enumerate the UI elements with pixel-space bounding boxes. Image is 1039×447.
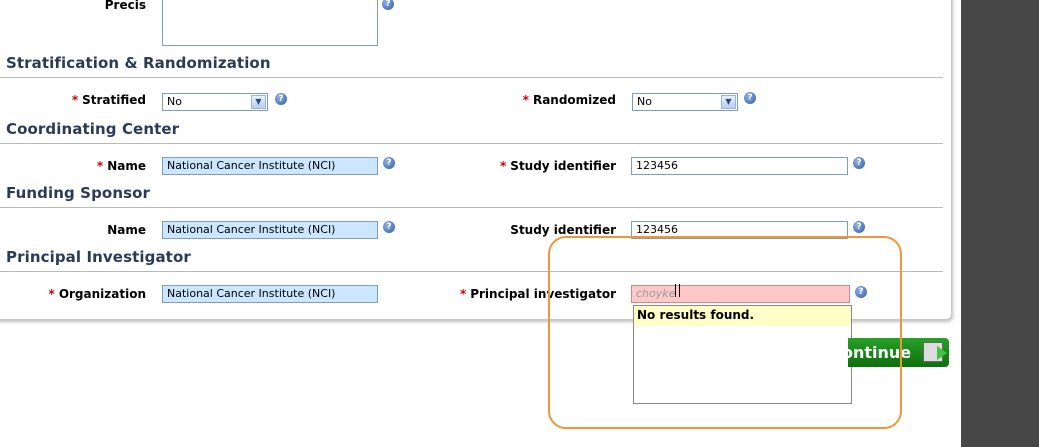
- organization-field[interactable]: National Cancer Institute (NCI): [162, 285, 378, 303]
- precis-textarea[interactable]: [162, 0, 378, 46]
- coord-name-field[interactable]: National Cancer Institute (NCI): [162, 157, 378, 175]
- section-stratification-title: Stratification & Randomization: [6, 54, 271, 72]
- randomized-label: * Randomized: [522, 93, 616, 107]
- chevron-down-icon: ▼: [251, 95, 266, 109]
- section-stratification-rule: [0, 77, 943, 78]
- stratified-label: * Stratified: [71, 93, 146, 107]
- stratified-select[interactable]: No ▼: [162, 93, 268, 111]
- randomized-help-icon[interactable]: ?: [744, 92, 756, 104]
- funding-study-label: Study identifier: [510, 223, 616, 237]
- stratified-help-icon[interactable]: ?: [275, 93, 287, 105]
- chevron-down-icon: ▼: [721, 95, 736, 109]
- randomized-select[interactable]: No ▼: [632, 93, 738, 111]
- funding-name-field[interactable]: National Cancer Institute (NCI): [162, 221, 378, 239]
- annotation-highlight: [548, 236, 902, 429]
- funding-study-help-icon[interactable]: ?: [853, 221, 865, 233]
- arrow-right-icon: [937, 346, 947, 360]
- stratified-select-value: No: [167, 95, 182, 108]
- coord-study-help-icon[interactable]: ?: [853, 157, 865, 169]
- section-investigator-title: Principal Investigator: [6, 248, 191, 266]
- right-sidebar-strip: [961, 0, 1039, 447]
- coord-study-field[interactable]: 123456: [631, 157, 848, 175]
- section-funding-title: Funding Sponsor: [6, 184, 151, 202]
- organization-label: * Organization: [48, 287, 146, 301]
- precis-label: Precis: [104, 0, 146, 12]
- coord-name-help-icon[interactable]: ?: [383, 157, 395, 169]
- section-funding-rule: [0, 207, 943, 208]
- randomized-select-value: No: [637, 95, 652, 108]
- funding-name-label: Name: [107, 223, 146, 237]
- coord-name-label: * Name: [96, 159, 146, 173]
- coord-study-label: * Study identifier: [500, 159, 616, 173]
- funding-name-help-icon[interactable]: ?: [383, 221, 395, 233]
- section-coordinating-title: Coordinating Center: [6, 120, 180, 138]
- section-coordinating-rule: [0, 143, 943, 144]
